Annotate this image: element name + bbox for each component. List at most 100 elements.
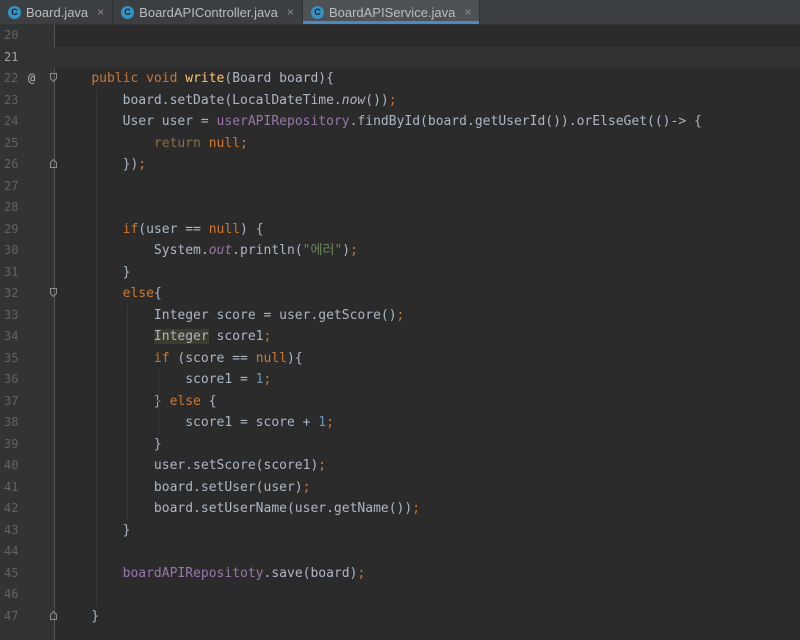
code-token: score1 = score + <box>60 415 319 430</box>
code-token: user.setScore(score1) <box>60 458 319 473</box>
close-icon[interactable]: × <box>287 5 294 19</box>
fold-close-icon[interactable] <box>50 610 57 620</box>
code-line[interactable]: 45 boardAPIRepositoty.save(board); <box>0 563 800 585</box>
code-token: ; <box>302 479 311 495</box>
fold-open-icon[interactable] <box>50 73 57 82</box>
code-line[interactable]: 47 } <box>0 606 800 628</box>
line-number: 36 <box>4 372 19 386</box>
line-number: 27 <box>4 178 19 193</box>
code-token: ; <box>412 501 421 516</box>
code-line[interactable]: 37 } else { <box>0 391 800 413</box>
code-token: (user == <box>138 221 209 237</box>
code-line[interactable]: 33 Integer score = user.getScore(); <box>0 305 800 327</box>
code-line[interactable]: 39 } <box>0 434 800 456</box>
code-text: score1 = score + 1; <box>60 412 334 434</box>
code-line[interactable]: 22 @ public void write(Board board){ <box>0 68 800 90</box>
code-token: ) <box>342 243 351 258</box>
code-line[interactable]: 42 board.setUserName(user.getName()); <box>0 498 800 520</box>
code-token: out <box>208 243 233 258</box>
fold-close-icon[interactable] <box>50 159 57 168</box>
code-line[interactable]: 43 } <box>0 520 800 542</box>
editor-tab-boardapiservice-java[interactable]: C BoardAPIService.java × <box>302 0 481 24</box>
line-number: 38 <box>4 415 19 429</box>
code-line[interactable]: 27 <box>0 176 800 198</box>
line-number: 34 <box>4 329 19 343</box>
code-token: return <box>153 135 209 151</box>
line-number: 42 <box>4 501 19 515</box>
code-line[interactable]: 25 return null; <box>0 133 800 155</box>
code-line[interactable]: 46 <box>0 584 800 606</box>
line-number: 29 <box>4 221 19 236</box>
editor-tab-boardapicontroller-java[interactable]: C BoardAPIController.java × <box>113 0 303 24</box>
indent-guide <box>96 89 97 606</box>
code-editor[interactable]: 20 21 22 @ public void write(Board board){2… <box>0 25 800 640</box>
code-line[interactable]: 36 score1 = 1; <box>0 369 800 391</box>
code-line[interactable]: 23 board.setDate(LocalDateTime.now()); <box>0 90 800 112</box>
code-line[interactable]: 31 } <box>0 262 800 284</box>
code-token: board.setUserName(user.getName()) <box>60 501 413 516</box>
code-token: ()) <box>365 92 389 108</box>
override-marker-icon[interactable]: @ <box>28 68 35 90</box>
code-token: else <box>122 286 154 301</box>
code-token: System. <box>60 243 209 258</box>
line-number: 41 <box>4 479 19 494</box>
code-token: { <box>208 393 217 409</box>
line-number: 22 <box>4 71 19 85</box>
code-line[interactable]: 32 else{ <box>0 283 800 305</box>
code-token: (score == <box>177 350 256 366</box>
line-number: 45 <box>4 565 19 580</box>
code-text: else{ <box>60 283 162 305</box>
code-line[interactable]: 38 score1 = score + 1; <box>0 412 800 434</box>
code-text: score1 = 1; <box>60 369 271 391</box>
code-line[interactable]: 20 <box>0 25 800 47</box>
code-line[interactable]: 34 Integer score1; <box>0 326 800 348</box>
line-number: 24 <box>4 114 19 128</box>
code-token: if <box>122 221 139 237</box>
code-line[interactable]: 40 user.setScore(score1); <box>0 455 800 477</box>
code-line[interactable]: 28 <box>0 197 800 219</box>
line-number: 39 <box>4 436 19 451</box>
line-number: 40 <box>4 458 19 472</box>
code-text: Integer score = user.getScore(); <box>60 305 404 327</box>
indent-guide <box>158 369 159 434</box>
code-token: ; <box>357 565 366 581</box>
code-token: ){ <box>287 350 303 366</box>
code-token: Integer <box>153 329 209 344</box>
tab-label: BoardAPIController.java <box>139 4 278 20</box>
code-line[interactable]: 35 if (score == null){ <box>0 348 800 370</box>
line-number: 23 <box>4 92 19 107</box>
code-token: Integer score = user.getScore() <box>60 307 397 323</box>
code-token: else <box>169 393 209 409</box>
close-icon[interactable]: × <box>97 5 104 19</box>
code-line[interactable]: 26 }); <box>0 154 800 176</box>
code-text: public void write(Board board){ <box>60 68 334 90</box>
code-text: user.setScore(score1); <box>60 455 326 477</box>
code-text: }); <box>60 154 147 176</box>
code-token: 1 <box>318 415 327 430</box>
close-icon[interactable]: × <box>464 5 471 19</box>
code-text: board.setUserName(user.getName()); <box>60 498 420 520</box>
code-token: } <box>60 436 162 452</box>
editor-tab-board-java[interactable]: C Board.java × <box>0 0 114 24</box>
tab-label: Board.java <box>26 4 89 20</box>
code-line[interactable]: 41 board.setUser(user); <box>0 477 800 499</box>
tab-label: BoardAPIService.java <box>328 4 456 20</box>
fold-open-icon[interactable] <box>50 288 57 297</box>
code-line[interactable]: 24 User user = userAPIRepository.findByI… <box>0 111 800 133</box>
code-token: write <box>185 71 225 86</box>
code-line[interactable]: 30 System.out.println("에러"); <box>0 240 800 262</box>
code-token: { <box>153 286 162 301</box>
code-line[interactable]: 44 <box>0 541 800 563</box>
code-line[interactable]: 29 if(user == null) { <box>0 219 800 241</box>
code-token: null; <box>208 135 248 151</box>
code-token: ; <box>326 415 334 430</box>
code-token: public <box>91 71 147 86</box>
line-number: 20 <box>4 28 19 42</box>
code-text: } <box>60 434 162 456</box>
code-line[interactable]: 21 <box>0 46 800 68</box>
line-number: 28 <box>4 200 19 214</box>
